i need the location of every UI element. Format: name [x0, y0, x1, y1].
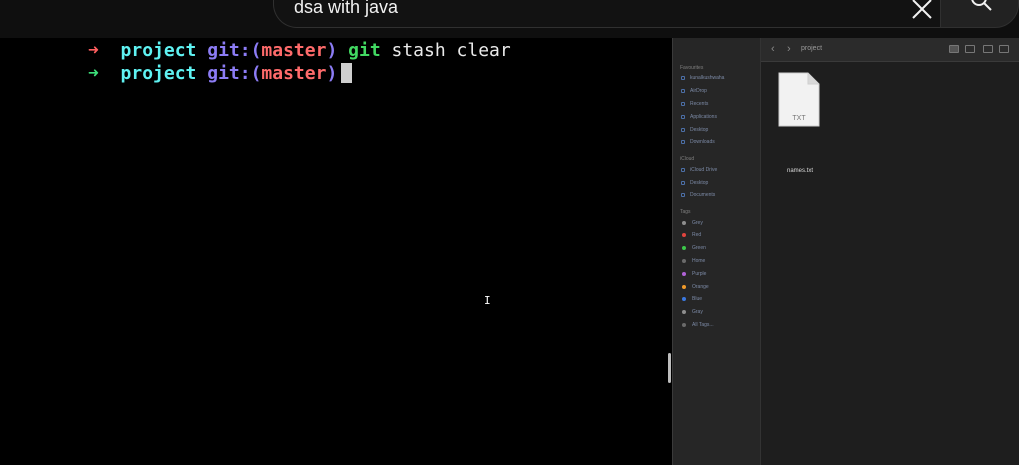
tag-color-dot [682, 246, 686, 251]
tag-color-dot [682, 310, 686, 315]
finder-toolbar: ‹ › project [761, 38, 1019, 62]
sidebar-tag-item[interactable]: Purple [682, 269, 706, 278]
tag-color-dot [682, 220, 686, 225]
git-branch: master [261, 40, 327, 61]
command-name: git [348, 40, 381, 61]
search-query[interactable]: dsa with java [294, 0, 398, 18]
sidebar-tag-item[interactable]: All Tags... [682, 320, 714, 329]
git-prefix: git:( [207, 40, 262, 61]
cloud-icon [681, 167, 685, 172]
prompt-directory: project [120, 63, 197, 84]
tag-label: Orange [692, 283, 709, 290]
tag-label: Gray [692, 309, 703, 316]
icloud-header: iCloud [680, 156, 695, 162]
text-file-icon: TXT [778, 72, 820, 127]
icon-view-icon[interactable] [949, 45, 959, 53]
tags-header: Tags [680, 209, 691, 215]
tag-label: All Tags... [692, 321, 714, 328]
sidebar-item-airdrop[interactable]: AirDrop [681, 86, 707, 95]
pane-resize-handle[interactable] [668, 353, 671, 383]
search-input[interactable]: dsa with java [273, 0, 940, 28]
sidebar-tag-item[interactable]: Gray [682, 308, 703, 317]
desktop-icon [681, 180, 685, 185]
back-button[interactable]: ‹ [771, 43, 775, 55]
finder-sidebar: Favourites kunalkushwaha AirDrop Recents… [673, 38, 761, 465]
tag-color-dot [682, 297, 686, 302]
tag-color-dot [682, 258, 686, 263]
column-view-icon[interactable] [983, 45, 993, 53]
prompt-directory: project [120, 40, 197, 61]
tag-label: Blue [692, 296, 703, 303]
home-icon [681, 75, 685, 80]
file-extension: TXT [792, 115, 806, 122]
tag-color-dot [682, 233, 686, 238]
list-view-icon[interactable] [965, 45, 975, 53]
sidebar-item-downloads[interactable]: Downloads [681, 137, 715, 146]
command-args: stash clear [391, 40, 511, 61]
git-branch: master [261, 63, 327, 84]
sidebar-item-home[interactable]: kunalkushwaha [681, 73, 724, 82]
search-button[interactable] [940, 0, 1019, 28]
search-icon [971, 0, 992, 11]
tag-color-dot [682, 284, 686, 289]
tag-label: Red [692, 232, 702, 239]
terminal-window[interactable]: ➜ project git:(master) git stash clear ➜… [0, 38, 672, 465]
tag-label: Green [692, 245, 706, 252]
terminal-cursor [341, 63, 353, 83]
airdrop-icon [681, 88, 685, 93]
sidebar-item-recents[interactable]: Recents [681, 99, 708, 108]
sidebar-item-documents[interactable]: Documents [681, 190, 715, 199]
tag-label: Grey [692, 219, 703, 226]
sidebar-item-icloud-drive[interactable]: iCloud Drive [681, 165, 717, 174]
text-cursor-icon: I [484, 294, 491, 307]
sidebar-tag-item[interactable]: Grey [682, 218, 703, 227]
prompt-arrow: ➜ [88, 40, 99, 61]
gallery-view-icon[interactable] [999, 45, 1009, 53]
sidebar-tag-item[interactable]: Blue [682, 295, 702, 304]
sidebar-tag-item[interactable]: Orange [682, 282, 709, 291]
git-suffix: ) [326, 63, 338, 84]
folder-title: project [801, 45, 823, 52]
forward-button[interactable]: › [787, 43, 791, 55]
sidebar-tag-item[interactable]: Green [682, 244, 706, 253]
top-search-bar: dsa with java [0, 0, 1019, 38]
sidebar-item-desktop[interactable]: Desktop [681, 125, 708, 134]
tag-label: Purple [692, 270, 707, 277]
finder-window: Favourites kunalkushwaha AirDrop Recents… [672, 38, 1019, 465]
git-suffix: ) [326, 40, 338, 61]
clock-icon [681, 101, 685, 106]
git-prefix: git:( [207, 63, 262, 84]
sidebar-tag-item[interactable]: Home [682, 256, 705, 265]
prompt-arrow: ➜ [88, 63, 99, 84]
document-icon [681, 192, 685, 197]
download-icon [681, 139, 685, 144]
favourites-header: Favourites [680, 65, 704, 71]
terminal-line-2: ➜ project git:(master) [88, 62, 353, 86]
tag-color-dot [682, 322, 686, 327]
tag-label: Home [692, 257, 706, 264]
tag-color-dot [682, 271, 686, 276]
file-name: names.txt [786, 168, 813, 174]
sidebar-tag-item[interactable]: Red [682, 231, 701, 240]
sidebar-item-applications[interactable]: Applications [681, 112, 717, 121]
close-icon[interactable] [905, 0, 939, 26]
sidebar-item-icloud-desktop[interactable]: Desktop [681, 178, 708, 187]
applications-icon [681, 114, 685, 119]
desktop-icon [681, 127, 685, 132]
terminal-line-1: ➜ project git:(master) git stash clear [88, 39, 511, 63]
